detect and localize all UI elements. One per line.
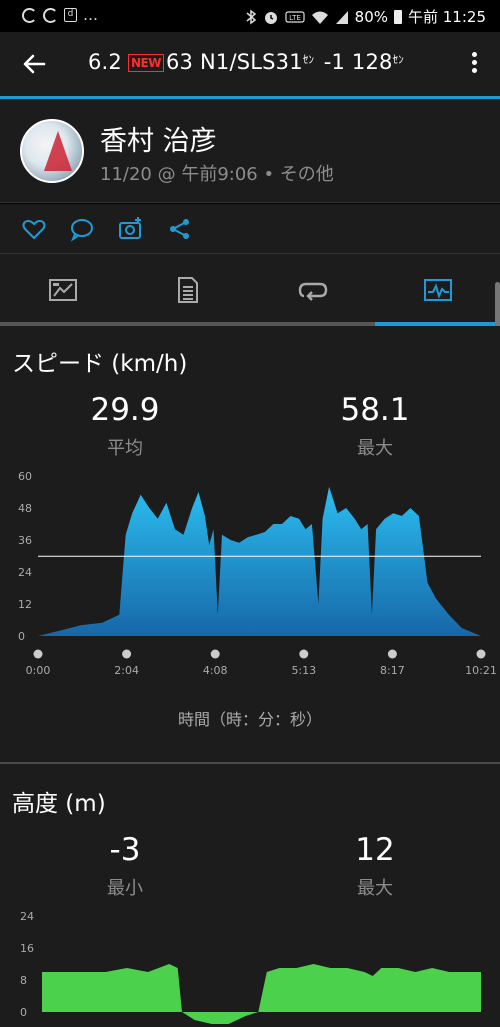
- speed-y-tick: 0: [18, 630, 25, 643]
- altitude-y-tick: 24: [20, 910, 34, 923]
- back-arrow-icon[interactable]: [20, 50, 48, 78]
- speed-x-tick: 4:08: [203, 664, 228, 677]
- speed-x-tick: 10:21: [465, 664, 497, 677]
- share-icon[interactable]: [167, 216, 193, 242]
- speed-x-tick-dot: [387, 649, 397, 659]
- activity-header: 香村 治彦 11/20 @ 午前9:06 • その他: [0, 99, 500, 203]
- tab-charts[interactable]: [375, 254, 500, 326]
- speed-x-tick-dot: [33, 649, 43, 659]
- altitude-y-tick: 16: [20, 942, 34, 955]
- tab-details[interactable]: [125, 254, 250, 326]
- altitude-min: -3 最小: [0, 832, 250, 900]
- speed-x-tick-dot: [122, 649, 132, 659]
- speed-y-tick: 36: [18, 534, 32, 547]
- wifi-icon: [311, 11, 328, 24]
- altitude-max-label: 最大: [357, 878, 393, 899]
- news-ticker: 6.2 NEW 63 N1/SLS31 ｾﾝ -1 128 ｾﾝ: [88, 50, 407, 74]
- altitude-area: [42, 964, 481, 1024]
- system-icons: LTE 80% 午前 11:25: [245, 6, 486, 27]
- altitude-section: 高度 (m) -3 最小 12 最大 0 8 16 24: [0, 764, 500, 1027]
- altitude-y-tick: 8: [20, 974, 27, 987]
- altitude-chart[interactable]: 0 8 16 24: [0, 904, 500, 1027]
- battery-percent: 80%: [354, 7, 388, 26]
- status-bar: d … LTE 80% 午前 11:25: [0, 0, 500, 32]
- overflow-menu-icon[interactable]: [472, 52, 478, 74]
- speed-x-tick: 5:13: [291, 664, 316, 677]
- speed-x-tick-dot: [210, 649, 220, 659]
- speed-average: 29.9 平均: [0, 392, 250, 460]
- speed-title: スピード (km/h): [12, 351, 188, 377]
- altitude-chart-svg: 0 8 16 24: [20, 910, 481, 1024]
- speed-area: [38, 486, 481, 636]
- speed-x-tick: 2:04: [114, 664, 139, 677]
- more-notifications-icon: …: [83, 6, 99, 24]
- svg-text:LTE: LTE: [289, 14, 301, 22]
- laps-icon: [298, 282, 327, 301]
- ticker-unit-1: ｾﾝ: [302, 53, 315, 66]
- speed-average-label: 平均: [107, 438, 143, 459]
- tab-laps[interactable]: [250, 254, 375, 326]
- activity-info: 11/20 @ 午前9:06 • その他: [100, 164, 334, 185]
- altitude-min-value: -3: [109, 832, 141, 868]
- altitude-title: 高度 (m): [12, 791, 106, 817]
- battery-icon: [394, 9, 402, 24]
- speed-y-tick: 12: [18, 598, 32, 611]
- speed-max: 58.1 最大: [250, 392, 500, 460]
- app-notification-icon: d: [64, 8, 77, 22]
- ticker-unit-2: ｾﾝ: [392, 53, 404, 66]
- speed-section: スピード (km/h) 29.9 平均 58.1 最大 0 12 24 36 48 60 0…: [0, 326, 500, 762]
- summary-icon: [48, 279, 77, 301]
- speed-chart[interactable]: 0 12 24 36 48 60 0:00 2:04 4:08 5:13 8:17 10:21: [0, 466, 500, 686]
- volte-icon: LTE: [285, 10, 305, 23]
- details-icon: [177, 277, 198, 303]
- ticker-text-a: 6.2: [88, 50, 122, 74]
- ticker-text-c: -1 128: [316, 50, 393, 74]
- notification-icons: d …: [22, 6, 99, 24]
- clock: 午前 11:25: [408, 8, 486, 26]
- speed-max-label: 最大: [357, 438, 393, 459]
- speed-y-tick: 48: [18, 502, 32, 515]
- speed-y-tick: 60: [18, 470, 32, 483]
- user-name[interactable]: 香村 治彦: [100, 119, 217, 158]
- signal-icon: [335, 10, 348, 24]
- altitude-max: 12 最大: [250, 832, 500, 900]
- tab-summary[interactable]: [0, 254, 125, 326]
- new-badge: NEW: [128, 54, 164, 72]
- speed-y-tick: 24: [18, 566, 32, 579]
- action-row: [0, 204, 500, 254]
- speed-x-axis-title: 時間（時：分：秒）: [177, 710, 322, 729]
- speed-average-value: 29.9: [90, 392, 160, 428]
- altitude-y-tick: 0: [20, 1006, 27, 1019]
- avatar[interactable]: [20, 119, 84, 183]
- sync-icon: [43, 7, 58, 23]
- charts-icon: [423, 279, 452, 301]
- app-bar: 6.2 NEW 63 N1/SLS31 ｾﾝ -1 128 ｾﾝ: [0, 32, 500, 96]
- speed-x-tick: 8:17: [380, 664, 405, 677]
- tab-bar: [0, 254, 500, 326]
- alarm-icon: [264, 11, 277, 24]
- comment-icon[interactable]: [69, 216, 95, 242]
- speed-x-tick-dot: [476, 649, 486, 659]
- altitude-max-value: 12: [355, 832, 395, 868]
- speed-x-tick: 0:00: [26, 664, 51, 677]
- bluetooth-icon: [246, 9, 256, 24]
- heart-icon[interactable]: [21, 216, 47, 242]
- ticker-text-b: 63 N1/SLS31: [165, 50, 303, 74]
- altitude-min-label: 最小: [107, 878, 143, 899]
- add-photo-icon[interactable]: [118, 216, 144, 242]
- speed-x-tick-dot: [299, 649, 309, 659]
- speed-chart-svg: 0 12 24 36 48 60 0:00 2:04 4:08 5:13 8:17 10:21: [18, 470, 497, 677]
- sync-icon: [22, 7, 37, 23]
- speed-max-value: 58.1: [340, 392, 410, 428]
